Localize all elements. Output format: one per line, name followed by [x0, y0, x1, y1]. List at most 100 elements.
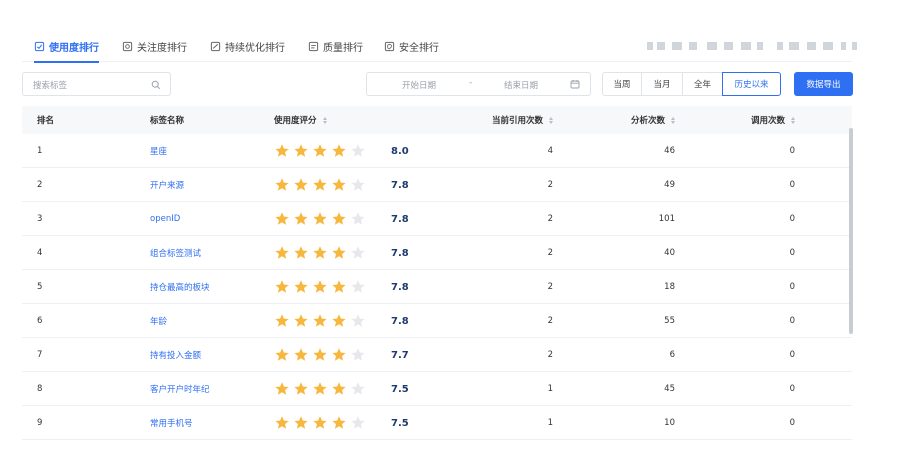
star-filled-icon	[332, 246, 346, 259]
refs-cell: 2	[547, 180, 553, 190]
tab-optimize-ranking[interactable]: 持续优化排行	[210, 30, 285, 62]
tab-attention-ranking[interactable]: 关注度排行	[122, 30, 187, 62]
refs-cell: 1	[547, 418, 553, 428]
rank-cell: 1	[37, 146, 43, 156]
search-input[interactable]: 搜索标签	[22, 72, 171, 96]
calls-cell: 0	[789, 316, 795, 326]
tab-quality-ranking[interactable]: 质量排行	[308, 30, 363, 62]
column-label: 标签名称	[150, 116, 185, 126]
score-value: 8.0	[391, 145, 409, 157]
calls-cell: 0	[789, 248, 795, 258]
star-filled-icon	[275, 348, 289, 361]
analysis-cell: 46	[664, 146, 675, 156]
star-filled-icon	[313, 314, 327, 327]
rank-cell: 5	[37, 282, 43, 292]
time-range-group: 当周 当月 全年 历史以来	[602, 72, 781, 96]
star-empty-icon	[351, 348, 365, 361]
calls-cell: 0	[789, 282, 795, 292]
star-filled-icon	[294, 314, 308, 327]
range-week-button[interactable]: 当周	[602, 72, 642, 96]
table-row: 2 开户来源 7.8 2 49 0	[22, 168, 852, 202]
tag-name-link[interactable]: 持有投入金额	[150, 338, 201, 372]
search-icon	[151, 80, 161, 90]
rating-stars	[274, 372, 366, 406]
rank-cell: 6	[37, 316, 43, 326]
star-filled-icon	[313, 348, 327, 361]
tag-name-link[interactable]: 开户来源	[150, 168, 184, 202]
security-icon	[384, 41, 395, 51]
range-all-time-button[interactable]: 历史以来	[722, 72, 781, 96]
end-date-placeholder: 结束日期	[504, 81, 539, 91]
tag-name-link[interactable]: openID	[150, 202, 180, 236]
analysis-cell: 40	[664, 248, 675, 258]
sort-icon[interactable]	[549, 116, 553, 124]
star-filled-icon	[332, 314, 346, 327]
tag-name-link[interactable]: 常用手机号	[150, 406, 193, 440]
table-row: 9 常用手机号 7.5 1 10 0	[22, 406, 852, 440]
column-label: 使用度评分	[274, 116, 317, 126]
column-label: 当前引用次数	[491, 116, 543, 126]
tag-name-link[interactable]: 星座	[150, 134, 167, 168]
star-filled-icon	[294, 280, 308, 293]
range-year-button[interactable]: 全年	[682, 72, 723, 96]
calendar-icon	[570, 80, 580, 89]
start-date-placeholder: 开始日期	[402, 81, 437, 91]
star-filled-icon	[313, 144, 327, 157]
column-header-refs[interactable]: 当前引用次数	[422, 106, 553, 134]
star-filled-icon	[275, 382, 289, 395]
rank-cell: 8	[37, 384, 43, 394]
column-header-score[interactable]: 使用度评分	[274, 106, 327, 134]
attention-icon	[122, 41, 133, 51]
rating-stars	[274, 270, 366, 304]
tag-name-link[interactable]: 年龄	[150, 304, 167, 338]
refs-cell: 2	[547, 316, 553, 326]
star-filled-icon	[294, 178, 308, 191]
tag-name-link[interactable]: 客户开户时年纪	[150, 372, 210, 406]
rating-stars	[274, 304, 366, 338]
star-empty-icon	[351, 314, 365, 327]
table-row: 5 持仓最高的板块 7.8 2 18 0	[22, 270, 852, 304]
tab-label: 质量排行	[323, 42, 363, 54]
star-filled-icon	[294, 212, 308, 225]
star-filled-icon	[332, 144, 346, 157]
column-header-rank: 排名	[37, 106, 54, 134]
refs-cell: 2	[547, 248, 553, 258]
rating-stars	[274, 406, 366, 440]
tab-security-ranking[interactable]: 安全排行	[384, 30, 439, 62]
score-value: 7.8	[391, 247, 409, 259]
star-filled-icon	[332, 212, 346, 225]
rating-stars	[274, 202, 366, 236]
star-filled-icon	[294, 416, 308, 429]
star-empty-icon	[351, 246, 365, 259]
star-filled-icon	[294, 246, 308, 259]
range-month-button[interactable]: 当月	[641, 72, 683, 96]
export-data-button[interactable]: 数据导出	[794, 72, 853, 96]
score-value: 7.7	[391, 349, 409, 361]
tag-name-link[interactable]: 组合标签测试	[150, 236, 201, 270]
rank-cell: 7	[37, 350, 43, 360]
star-filled-icon	[313, 382, 327, 395]
column-header-calls[interactable]: 调用次数	[712, 106, 795, 134]
star-filled-icon	[313, 416, 327, 429]
table-scrollbar[interactable]	[849, 128, 853, 334]
star-filled-icon	[275, 416, 289, 429]
star-filled-icon	[332, 280, 346, 293]
tag-name-link[interactable]: 持仓最高的板块	[150, 270, 210, 304]
refs-cell: 1	[547, 384, 553, 394]
sort-icon[interactable]	[322, 116, 327, 124]
star-filled-icon	[275, 144, 289, 157]
star-empty-icon	[351, 280, 365, 293]
tab-label: 持续优化排行	[225, 42, 285, 54]
column-header-name: 标签名称	[150, 106, 184, 134]
star-filled-icon	[294, 348, 308, 361]
analysis-cell: 55	[664, 316, 675, 326]
table-row: 8 客户开户时年纪 7.5 1 45 0	[22, 372, 852, 406]
calls-cell: 0	[789, 418, 795, 428]
date-range-picker[interactable]: 开始日期 - 结束日期	[366, 72, 591, 96]
sort-icon[interactable]	[671, 116, 675, 124]
tab-label: 关注度排行	[137, 42, 187, 54]
column-header-analysis[interactable]: 分析次数	[582, 106, 675, 134]
sort-icon[interactable]	[791, 116, 795, 124]
table-row: 7 持有投入金额 7.7 2 6 0	[22, 338, 852, 372]
tab-usage-ranking[interactable]: 使用度排行	[34, 30, 99, 63]
